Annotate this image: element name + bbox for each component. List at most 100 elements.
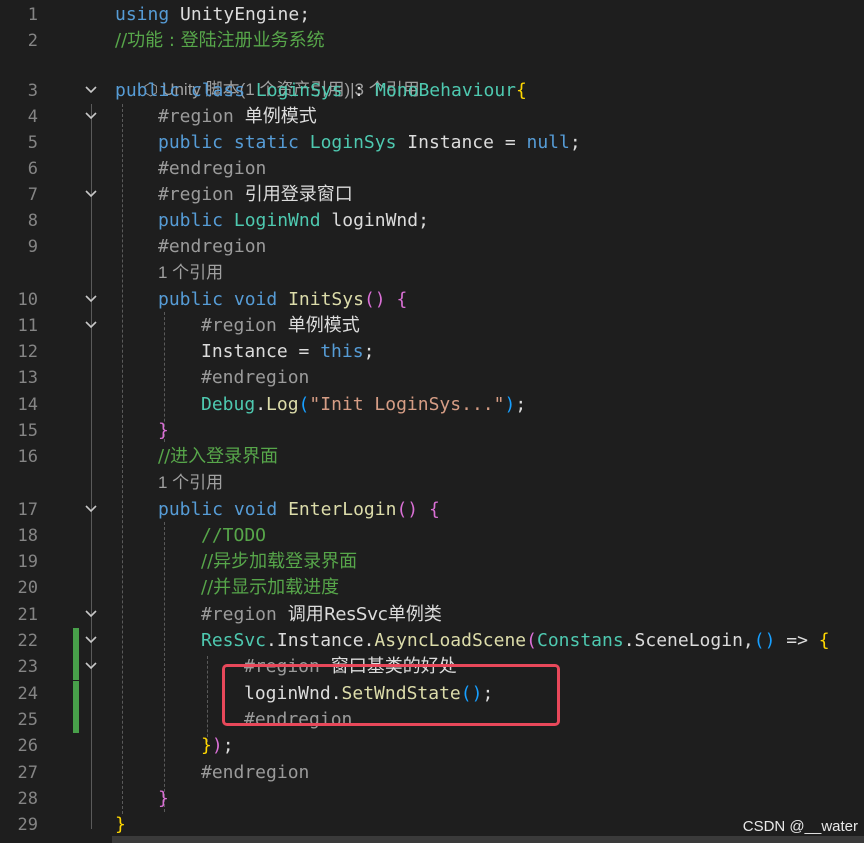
brace: { [428, 499, 440, 520]
line-number: 20 [17, 578, 38, 598]
code-line: 13 #endregion [0, 365, 864, 391]
dot: . [623, 630, 635, 651]
line-number: 9 [27, 237, 38, 257]
region-label: 调用ResSvc单例类 [287, 604, 442, 625]
paren: ( [526, 630, 537, 651]
line-number: 21 [17, 605, 38, 625]
chevron-down-icon[interactable] [84, 660, 98, 672]
line-number: 3 [27, 81, 38, 101]
code-line: 5 public static LoginSys Instance = null… [0, 130, 864, 156]
semicolon: ; [222, 735, 234, 756]
keyword: using [115, 4, 170, 25]
chevron-down-icon[interactable] [84, 110, 98, 122]
preprocessor: #region [201, 315, 277, 336]
watermark: CSDN @__water [742, 818, 858, 835]
code-editor[interactable]: 1 using UnityEngine; 2 //功能 : 登陆注册业务系统 ⬡… [0, 0, 864, 843]
region-label: 单例模式 [287, 315, 360, 336]
preprocessor: #endregion [201, 367, 310, 388]
line-number: 18 [17, 526, 38, 546]
method-name: AsyncLoadScene [374, 630, 527, 651]
chevron-down-icon[interactable] [84, 634, 98, 646]
code-line: 29 } [0, 812, 864, 838]
chevron-down-icon[interactable] [84, 293, 98, 305]
paren: ) [211, 735, 223, 756]
line-number: 29 [17, 815, 38, 835]
code-line: 27 #endregion [0, 760, 864, 786]
horizontal-scrollbar[interactable] [112, 836, 864, 843]
paren: ( [298, 394, 310, 415]
preprocessor: #endregion [158, 236, 267, 257]
line-number: 6 [27, 159, 38, 179]
line-number: 15 [17, 421, 38, 441]
keyword: public [158, 499, 224, 520]
chevron-down-icon[interactable] [84, 608, 98, 620]
keyword: void [233, 499, 278, 520]
line-number: 10 [17, 290, 38, 310]
brace: { [516, 80, 527, 101]
type-name: ResSvc [201, 630, 267, 651]
code-line: 14 Debug.Log("Init LoginSys..."); [0, 392, 864, 418]
line-number: 24 [17, 684, 38, 704]
keyword: public [115, 80, 181, 101]
keyword: this [320, 341, 364, 362]
chevron-down-icon[interactable] [84, 188, 98, 200]
keyword: static [233, 132, 299, 153]
line-number: 28 [17, 789, 38, 809]
codelens-line: 1 个引用 [0, 260, 864, 286]
comment: //TODO [201, 525, 267, 546]
field: loginWnd; [320, 210, 429, 231]
code-line: 16 //进入登录界面 [0, 444, 864, 470]
class-name: LoginSys [255, 80, 343, 101]
codelens-line: 1 个引用 [0, 470, 864, 496]
line-number: 17 [17, 500, 38, 520]
line-number: 7 [27, 185, 38, 205]
semicolon: ; [515, 394, 527, 415]
line-number: 4 [27, 107, 38, 127]
change-marker [73, 707, 79, 733]
method-name: EnterLogin [288, 499, 397, 520]
region-label: 单例模式 [244, 106, 317, 127]
type-name: Debug [201, 394, 256, 415]
keyword: public [158, 132, 224, 153]
code-line: 3 public class LoginSys : MonoBehaviour{ [0, 78, 864, 104]
annotation-highlight-box [222, 664, 560, 726]
brace: } [158, 420, 169, 441]
change-marker [73, 628, 79, 654]
type-name: LoginSys [309, 132, 397, 153]
preprocessor: #endregion [201, 762, 310, 783]
code-line: 18 //TODO [0, 523, 864, 549]
namespace: UnityEngine; [169, 4, 311, 25]
comment: //异步加载登录界面 [201, 551, 358, 572]
brace: } [201, 735, 212, 756]
code-line: 28 } [0, 786, 864, 812]
preprocessor: #endregion [158, 158, 267, 179]
line-number: 25 [17, 710, 38, 730]
string-literal: "Init LoginSys..." [309, 394, 505, 415]
code-line: 10 public void InitSys() { [0, 287, 864, 313]
codelens-references[interactable]: 1 个引用 [158, 470, 223, 496]
code-line: 8 public LoginWnd loginWnd; [0, 208, 864, 234]
line-number: 23 [17, 657, 38, 677]
type-name: Constans [536, 630, 624, 651]
keyword: void [233, 289, 278, 310]
chevron-down-icon[interactable] [84, 319, 98, 331]
keyword: public [158, 210, 224, 231]
comment: //并显示加载进度 [201, 577, 340, 598]
code-line: 22 ResSvc.Instance.AsyncLoadScene(Consta… [0, 628, 864, 654]
code-line: 21 #region 调用ResSvc单例类 [0, 602, 864, 628]
base-class: MonoBehaviour [375, 80, 517, 101]
codelens-line: ⬡ Unity 脚本(1 个资产引用)|3 个引用 [0, 51, 864, 99]
preprocessor: #region [158, 106, 234, 127]
argument: SceneLogin, [634, 630, 754, 651]
code-line: 15 } [0, 418, 864, 444]
line-number: 11 [17, 316, 38, 336]
change-marker [73, 681, 79, 707]
code-line: 1 using UnityEngine; [0, 2, 864, 28]
code-line: 11 #region 单例模式 [0, 313, 864, 339]
chevron-down-icon[interactable] [84, 84, 98, 96]
codelens-references[interactable]: 1 个引用 [158, 260, 223, 286]
chevron-down-icon[interactable] [84, 503, 98, 515]
colon: : [342, 80, 376, 101]
lambda-arrow: => [775, 630, 819, 651]
dot: . [363, 630, 375, 651]
